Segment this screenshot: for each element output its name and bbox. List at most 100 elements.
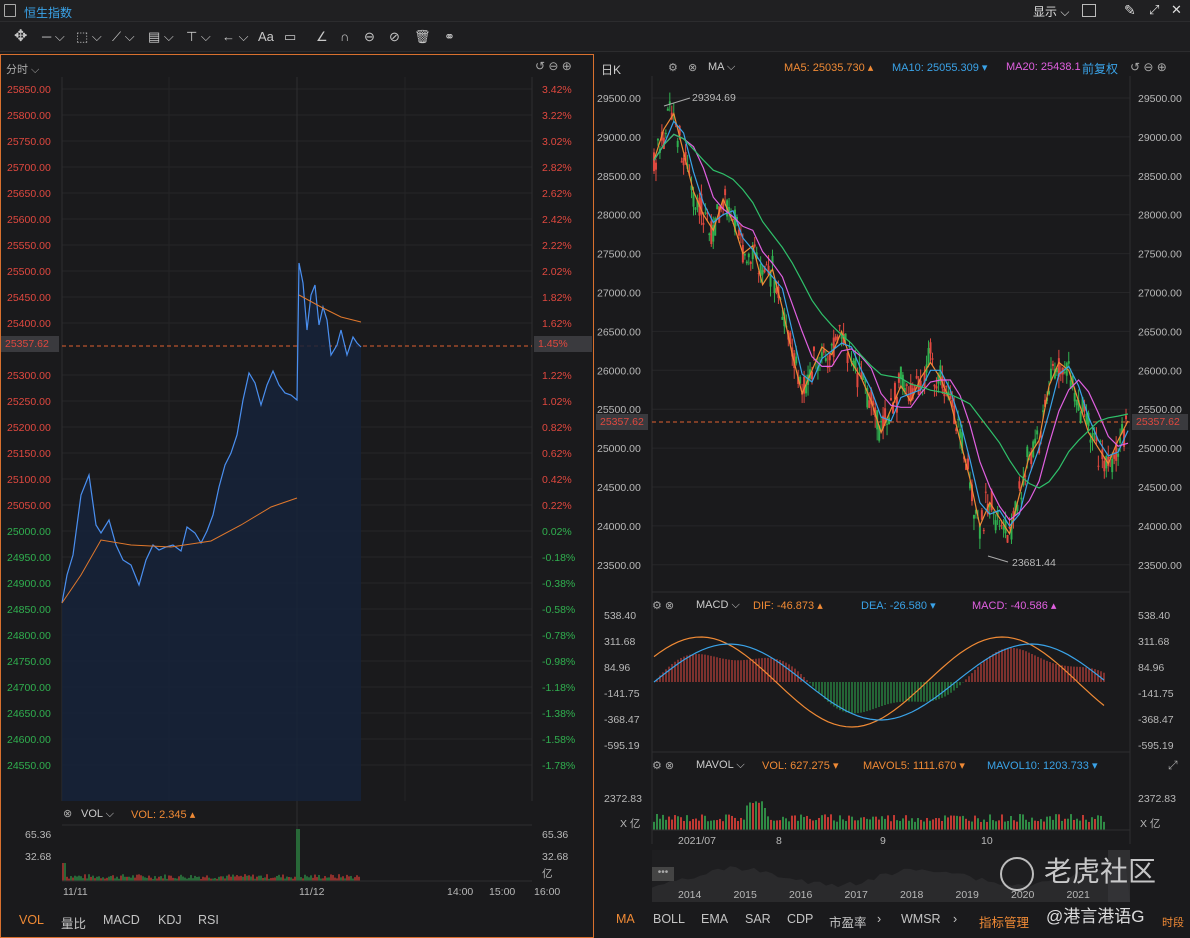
fib-tool-icon[interactable]: ▤ ⌵ — [148, 27, 174, 47]
macd-settings-icon[interactable]: ⚙ ⊗ — [652, 599, 674, 612]
mavol-label[interactable]: MAVOL ⌵ — [696, 759, 745, 772]
candle-body — [927, 348, 930, 365]
candle-body — [1026, 446, 1029, 457]
hide-icon[interactable]: ⊘ — [389, 27, 400, 47]
expand-vol-icon[interactable]: ⤢ — [1168, 758, 1178, 773]
rect-tool-icon[interactable]: ⬚ ⌵ — [76, 27, 102, 47]
candle-body — [931, 358, 934, 360]
dif-value: DIF: -46.873 ▴ — [753, 600, 823, 612]
candle-body — [812, 346, 815, 352]
vol-value-k: VOL: 627.275 ▾ — [762, 760, 839, 772]
candle-body — [1051, 363, 1054, 366]
display-menu[interactable]: 显示 ⌵ — [1033, 3, 1069, 20]
tab-indicator-manage[interactable]: 指标管理 — [979, 912, 1029, 931]
ruler-icon[interactable]: ∠ — [316, 27, 328, 47]
candle-body — [761, 270, 764, 275]
measure-tool-icon[interactable]: ⊤ ⌵ — [186, 27, 211, 47]
watermark-user: @港言港语G — [1046, 907, 1145, 926]
tab-rsi[interactable]: RSI — [198, 913, 219, 927]
navigator-handle[interactable]: ••• — [652, 867, 674, 881]
expand-icon[interactable]: ⤢ — [1149, 2, 1159, 18]
tab-time-period[interactable]: 时段 — [1162, 914, 1184, 930]
text-tool-icon[interactable]: Aa — [258, 27, 274, 47]
candle-body — [984, 491, 987, 493]
vol-tick-label: 2372.83 — [1138, 793, 1176, 805]
macd-tick-label: -141.75 — [604, 688, 640, 700]
move-icon[interactable]: ✥ — [14, 27, 27, 47]
price-tick-label: 24500.00 — [1138, 482, 1182, 494]
pct-tick-label: 0.02% — [542, 526, 572, 538]
tab-boll[interactable]: BOLL — [653, 912, 685, 926]
kline-chart[interactable]: 29500.00 29500.00 29000.00 29000.00 28500.00… — [596, 54, 1190, 938]
arrow-tool-icon[interactable]: ← ⌵ — [222, 27, 248, 47]
month-tick-label: 9 — [880, 835, 886, 847]
price-tick-label: 25700.00 — [7, 162, 51, 174]
candle-body — [856, 373, 859, 388]
lock-icon[interactable]: ⊖ — [364, 27, 375, 47]
tab-volume-ratio[interactable]: 量比 — [61, 913, 86, 932]
price-tick-label: 25050.00 — [7, 500, 51, 512]
tab-vol[interactable]: VOL — [19, 913, 44, 927]
pct-tick-label: 1.62% — [542, 318, 572, 330]
macd-tick-label: 538.40 — [1138, 610, 1170, 622]
macd-tick-label: -368.47 — [1138, 714, 1174, 726]
intraday-chart[interactable]: 25850.00 3.42% 25800.00 3.22% 25750.00 3.02% 2… — [1, 55, 593, 937]
price-tick-label: 25850.00 — [7, 84, 51, 96]
tab-cdp[interactable]: CDP — [787, 912, 813, 926]
tab-ema[interactable]: EMA — [701, 912, 728, 926]
tab-wmsr[interactable]: WMSR — [901, 912, 941, 926]
candle-body — [868, 400, 871, 408]
candle-body — [899, 366, 902, 379]
vol-tick-label: 2372.83 — [604, 793, 642, 805]
polyline-tool-icon[interactable]: ⟋ ⌵ — [112, 27, 135, 47]
macd-tick-label: 538.40 — [604, 610, 636, 622]
candle-body — [664, 132, 667, 134]
candle-body — [998, 525, 1001, 527]
tab-macd[interactable]: MACD — [103, 913, 140, 927]
vol-label: VOL ⌵ — [81, 808, 115, 820]
candle-body — [1018, 481, 1021, 489]
month-tick-label: 10 — [981, 835, 993, 847]
tab-sar[interactable]: SAR — [745, 912, 771, 926]
drawing-toolbar: ✥ ─ ⌵ ⬚ ⌵ ⟋ ⌵ ▤ ⌵ ⊤ ⌵ ← ⌵ Aa ▭ ∠ ∩ ⊖ ⊘ 🗑… — [0, 22, 1190, 52]
window-icon[interactable] — [4, 4, 16, 17]
candle-body — [824, 358, 827, 361]
macd-tick-label: 311.68 — [604, 636, 635, 648]
vol-tick-label: 32.68 — [25, 851, 51, 863]
tabs-next-arrow-2[interactable]: › — [953, 912, 957, 926]
tabs-next-arrow[interactable]: › — [877, 912, 881, 926]
macd-label[interactable]: MACD ⌵ — [696, 599, 740, 612]
pct-tick-label: -1.18% — [542, 682, 575, 694]
year-tick-label: 2017 — [845, 889, 869, 901]
current-price-badge-k-right: 25357.62 — [1132, 414, 1188, 430]
pct-tick-label: 1.02% — [542, 396, 572, 408]
candle-body — [680, 161, 683, 163]
trash-icon[interactable]: 🗑 — [414, 27, 431, 47]
candle-body — [795, 356, 798, 364]
high-price-pointer — [663, 97, 691, 107]
layout-icon[interactable] — [1082, 4, 1096, 17]
tab-pe[interactable]: 市盈率 — [829, 912, 867, 931]
candle-body — [1113, 454, 1116, 459]
tab-ma[interactable]: MA — [616, 912, 635, 926]
pct-tick-label: 2.42% — [542, 214, 572, 226]
tab-kdj[interactable]: KDJ — [158, 913, 182, 927]
pen-icon[interactable]: ✎ — [1124, 2, 1136, 19]
note-tool-icon[interactable]: ▭ — [284, 27, 296, 47]
macd-tick-label: -141.75 — [1138, 688, 1174, 700]
price-tick-label: 25250.00 — [7, 396, 51, 408]
close-icon[interactable]: ✕ — [1171, 2, 1182, 18]
candle-body — [1002, 526, 1005, 530]
pct-tick-label: 1.22% — [542, 370, 572, 382]
price-area — [62, 263, 361, 801]
index-title[interactable]: 恒生指数 — [24, 4, 72, 21]
price-tick-label: 25300.00 — [7, 370, 51, 382]
link-icon[interactable]: ⚭ — [444, 27, 455, 47]
magnet-icon[interactable]: ∩ — [340, 27, 349, 47]
mavol-settings-icon[interactable]: ⚙ ⊗ — [652, 759, 674, 772]
line-tool-icon[interactable]: ─ ⌵ — [42, 27, 65, 47]
candle-body — [1034, 438, 1037, 444]
price-tick-label: 25400.00 — [7, 318, 51, 330]
price-tick-label: 29000.00 — [597, 132, 641, 144]
close-vol-icon[interactable]: ⊗ — [63, 807, 72, 820]
